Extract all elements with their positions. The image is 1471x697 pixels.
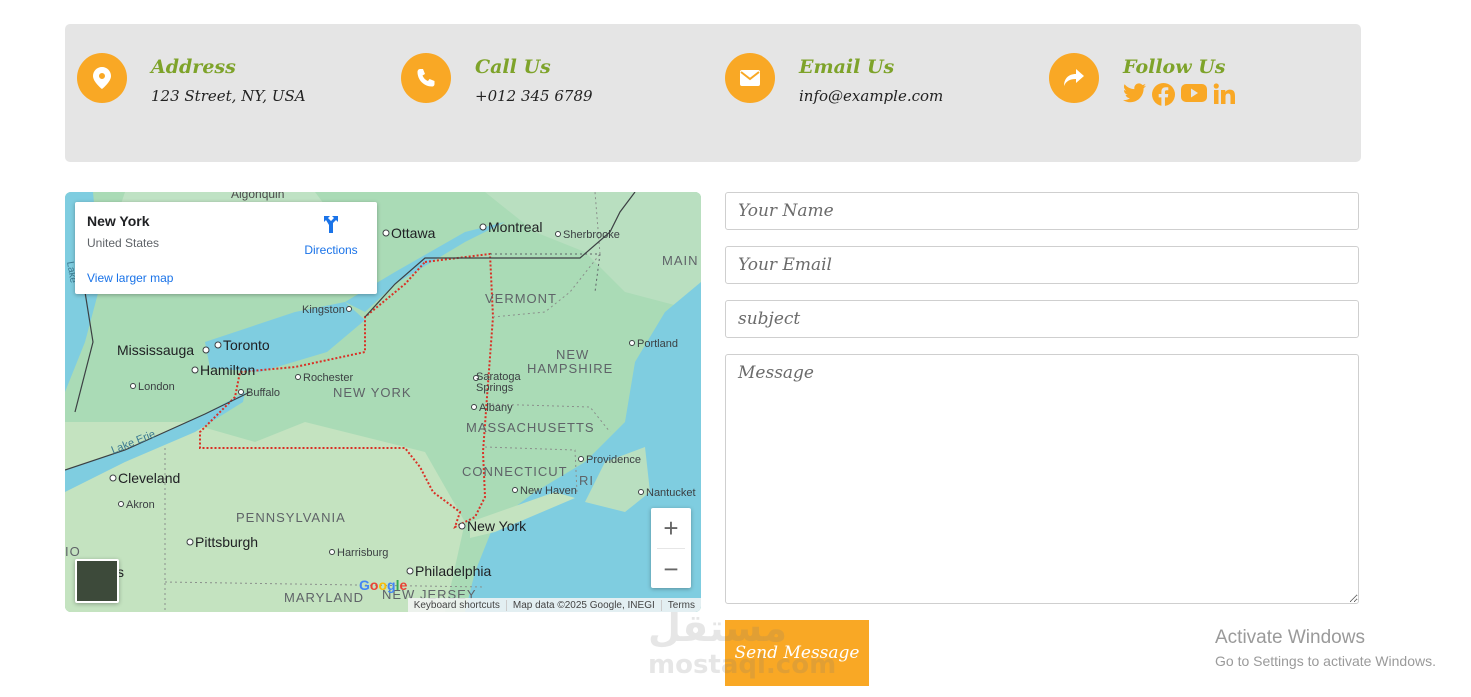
map-label-maryland: MARYLAND	[284, 590, 364, 605]
youtube-icon[interactable]	[1181, 83, 1207, 106]
email-block: Email Us info@example.com	[725, 53, 943, 105]
directions-label: Directions	[304, 243, 358, 257]
map-label-pittsburgh: Pittsburgh	[195, 534, 258, 550]
map-label-new-york-state: NEW YORK	[333, 385, 412, 400]
map-label-new-york-city: New York	[467, 518, 527, 534]
watermark-latin: mostaql.com	[648, 650, 837, 680]
map-label-algonquin: Algonquin	[231, 192, 284, 201]
phone-title: Call Us	[475, 56, 551, 78]
contact-info-bar: Address 123 Street, NY, USA Call Us +012…	[65, 24, 1361, 162]
envelope-icon	[725, 53, 775, 103]
subject-input[interactable]	[725, 300, 1359, 338]
map-label-providence: Providence	[586, 454, 641, 466]
follow-title: Follow Us	[1123, 56, 1226, 78]
keyboard-shortcuts-link[interactable]: Keyboard shortcuts	[408, 600, 506, 611]
zoom-controls: + −	[651, 508, 691, 588]
map-label-akron: Akron	[126, 499, 155, 511]
place-name: New York	[87, 213, 150, 229]
map-label-london: London	[138, 381, 175, 393]
map-data-text: Map data ©2025 Google, INEGI	[505, 599, 661, 611]
twitter-icon[interactable]	[1123, 83, 1146, 106]
map-label-philadelphia: Philadelphia	[415, 563, 491, 579]
share-icon	[1049, 53, 1099, 103]
directions-icon	[324, 216, 338, 233]
social-links	[1123, 83, 1235, 106]
phone-icon	[401, 53, 451, 103]
mostaql-watermark: مستقل mostaql.com	[648, 606, 837, 686]
address-title: Address	[151, 56, 236, 78]
directions-button[interactable]: Directions	[301, 214, 361, 257]
address-block: Address 123 Street, NY, USA	[77, 53, 306, 105]
map-label-maine: MAIN	[662, 253, 699, 268]
map-label-cleveland: Cleveland	[118, 470, 180, 486]
map-label-sherbrooke: Sherbrooke	[563, 229, 620, 241]
map-label-ottawa: Ottawa	[391, 225, 436, 241]
map-label-montreal: Montreal	[488, 219, 542, 235]
phone-block: Call Us +012 345 6789	[401, 53, 593, 105]
map-label-portland: Portland	[637, 338, 678, 350]
map-label-connecticut: CONNECTICUT	[462, 464, 568, 479]
name-input[interactable]	[725, 192, 1359, 230]
google-logo: Google	[359, 577, 408, 593]
phone-value[interactable]: +012 345 6789	[475, 87, 593, 105]
activate-windows-title: Activate Windows	[1215, 627, 1365, 648]
linkedin-icon[interactable]	[1213, 83, 1235, 106]
embedded-map[interactable]: Algonquin Ottawa Montreal Sherbrooke MAI…	[65, 192, 701, 612]
map-label-pennsylvania: PENNSYLVANIA	[236, 510, 346, 525]
map-layer-toggle[interactable]	[75, 559, 119, 603]
map-label-massachusetts: MASSACHUSETTS	[466, 420, 595, 435]
place-card: New York United States View larger map D…	[75, 202, 377, 294]
email-title: Email Us	[799, 56, 895, 78]
map-label-nantucket: Nantucket	[646, 487, 696, 499]
place-country: United States	[87, 236, 160, 250]
map-label-nh-1: NEW	[556, 347, 589, 362]
map-label-toronto: Toronto	[223, 337, 270, 353]
email-value[interactable]: info@example.com	[799, 87, 943, 105]
map-label-ri: RI	[579, 473, 594, 488]
zoom-out-button[interactable]: −	[651, 549, 691, 589]
map-label-nh-2: HAMPSHIRE	[527, 361, 613, 376]
view-larger-map-link[interactable]: View larger map	[87, 271, 173, 285]
map-label-vermont: VERMONT	[485, 291, 557, 306]
activate-windows-notice: Activate Windows Go to Settings to activ…	[1215, 627, 1436, 671]
follow-block: Follow Us	[1049, 53, 1235, 106]
map-pin-icon	[77, 53, 127, 103]
map-label-saratoga-2: Springs	[476, 382, 514, 394]
map-label-kingston: Kingston	[302, 304, 345, 316]
map-label-albany: Albany	[479, 402, 513, 414]
map-label-rochester: Rochester	[303, 372, 353, 384]
email-input[interactable]	[725, 246, 1359, 284]
map-label-buffalo: Buffalo	[246, 387, 280, 399]
map-label-ohio: IO	[65, 544, 81, 559]
map-label-hamilton: Hamilton	[200, 362, 255, 378]
activate-windows-subtitle: Go to Settings to activate Windows.	[1215, 653, 1436, 669]
message-textarea[interactable]	[725, 354, 1359, 604]
watermark-arabic: مستقل	[648, 606, 787, 650]
map-label-harrisburg: Harrisburg	[337, 547, 388, 559]
map-label-mississauga: Mississauga	[117, 342, 194, 358]
zoom-in-button[interactable]: +	[651, 508, 691, 548]
address-value: 123 Street, NY, USA	[151, 87, 306, 105]
map-label-new-haven: New Haven	[520, 485, 577, 497]
facebook-icon[interactable]	[1152, 83, 1175, 106]
